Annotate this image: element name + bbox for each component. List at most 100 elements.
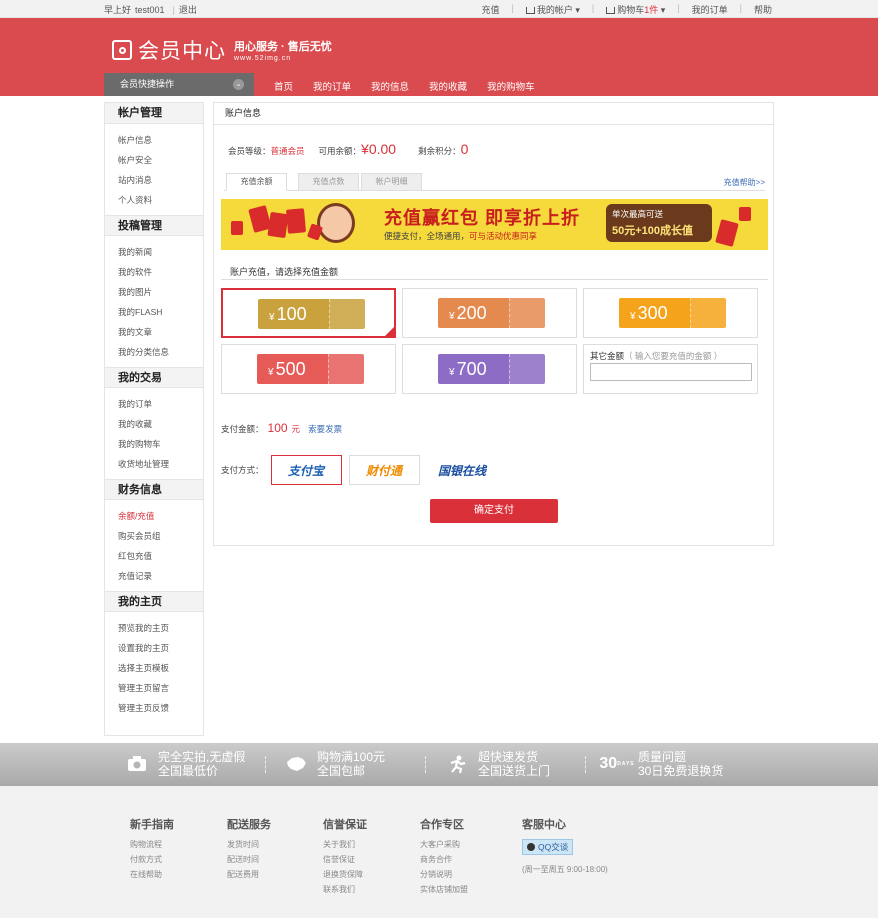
footer-link[interactable]: 大客户采购 (420, 837, 468, 852)
banner-headline: 充值赢红包 即享折上折 (384, 204, 580, 230)
footer-link[interactable]: 退换货保障 (323, 867, 367, 882)
sidebar-item[interactable]: 站内消息 (118, 170, 203, 190)
footer-link[interactable]: 付款方式 (130, 852, 174, 867)
sidebar-item[interactable]: 预览我的主页 (118, 618, 203, 638)
footer-link[interactable]: 配送费用 (227, 867, 271, 882)
my-orders-link[interactable]: 我的订单 (692, 3, 728, 16)
cart-link[interactable]: 购物车1件 ▾ (606, 3, 665, 16)
footer-link[interactable]: 商务合作 (420, 852, 468, 867)
username: test001 (135, 5, 165, 15)
footer-col-partners: 合作专区 大客户采购 商务合作 分销说明 实体店铺加盟 (420, 816, 468, 897)
cart-count: 1件 (644, 5, 658, 15)
promo-real-photos: 完全实拍,无虚假全国最低价 (126, 750, 245, 778)
footer-link[interactable]: 联系我们 (323, 882, 367, 897)
help-link[interactable]: 帮助 (754, 3, 772, 16)
service-promo-strip: 完全实拍,无虚假全国最低价 购物满100元全国包邮 超快速发货全国送货上门 30… (0, 743, 878, 786)
tenpay-option[interactable]: 财付通 (349, 455, 420, 485)
amount-option-100[interactable]: ¥100 (221, 288, 396, 338)
chinapay-option[interactable]: 国银在线 (427, 455, 498, 485)
amount-option-500[interactable]: ¥500 (221, 344, 396, 394)
tab-recharge-points[interactable]: 充值点数 (298, 173, 359, 191)
sidebar-item[interactable]: 选择主页模板 (118, 658, 203, 678)
sidebar-item[interactable]: 设置我的主页 (118, 638, 203, 658)
balance-value: ¥0.00 (361, 141, 396, 157)
footer-col-title: 信誉保证 (323, 816, 367, 832)
my-account-link[interactable]: 我的帐户 ▾ (526, 3, 580, 16)
sidebar-item[interactable]: 我的收藏 (118, 414, 203, 434)
recharge-help-link[interactable]: 充值帮助>> (724, 177, 765, 188)
nav-my-info[interactable]: 我的信息 (371, 79, 409, 93)
top-bar: 早上好test001|退出 充值 | 我的帐户 ▾ | 购物车1件 ▾ | 我的… (0, 0, 878, 18)
sidebar-item[interactable]: 购买会员组 (118, 526, 203, 546)
nav-home[interactable]: 首页 (274, 79, 293, 93)
footer-col-title: 合作专区 (420, 816, 468, 832)
pay-method-label: 支付方式： (221, 464, 264, 476)
sidebar-item[interactable]: 我的图片 (118, 282, 203, 302)
nav-my-cart[interactable]: 我的购物车 (487, 79, 535, 93)
site-title: 会员中心 (138, 35, 226, 65)
header: 会员中心 用心服务 · 售后无忧 www.52img.cn 会员快捷操作 ⌄ 首… (0, 18, 878, 96)
user-greeting: 早上好test001|退出 (104, 3, 197, 16)
qq-icon (527, 843, 535, 851)
confirm-pay-button[interactable]: 确定支付 (430, 499, 558, 523)
amount-chip: ¥100 (258, 299, 365, 329)
footer-link[interactable]: 在线帮助 (130, 867, 174, 882)
member-icon (112, 40, 132, 60)
sidebar-item[interactable]: 管理主页留言 (118, 678, 203, 698)
sidebar-item[interactable]: 我的购物车 (118, 434, 203, 454)
sidebar-item[interactable]: 帐户安全 (118, 150, 203, 170)
sidebar-item-balance-recharge[interactable]: 余额/充值 (118, 506, 203, 526)
red-envelope-icon (739, 207, 751, 221)
footer-col-title: 配送服务 (227, 816, 271, 832)
account-summary: 会员等级： 普通会员 可用余额： ¥0.00 剩余积分： 0 (228, 141, 468, 157)
footer-link[interactable]: 发货时间 (227, 837, 271, 852)
promo-fast-delivery: 超快速发货全国送货上门 (446, 750, 550, 778)
pay-methods: 支付方式： 支付宝 财付通 国银在线 (221, 455, 498, 485)
sidebar-item[interactable]: 我的FLASH (118, 302, 203, 322)
sidebar-item[interactable]: 我的文章 (118, 322, 203, 342)
quick-ops-dropdown[interactable]: 会员快捷操作 ⌄ (104, 73, 254, 96)
sidebar-item[interactable]: 个人资料 (118, 190, 203, 210)
nav-my-orders[interactable]: 我的订单 (313, 79, 351, 93)
invoice-link[interactable]: 索要发票 (308, 423, 342, 435)
logo[interactable]: 会员中心 用心服务 · 售后无忧 www.52img.cn (112, 35, 332, 65)
nav-my-favorites[interactable]: 我的收藏 (429, 79, 467, 93)
sidebar-item[interactable]: 我的软件 (118, 262, 203, 282)
footer-link[interactable]: 配送时间 (227, 852, 271, 867)
level-value: 普通会员 (271, 145, 305, 157)
logout-link[interactable]: 退出 (179, 5, 197, 15)
qq-chat-button[interactable]: QQ交谈 (522, 839, 573, 855)
points-value: 0 (461, 141, 469, 157)
sidebar-item[interactable]: 帐户信息 (118, 130, 203, 150)
footer-link[interactable]: 信誉保证 (323, 852, 367, 867)
sidebar-item[interactable]: 红包充值 (118, 546, 203, 566)
sidebar-item[interactable]: 我的订单 (118, 394, 203, 414)
runner-icon (446, 755, 468, 773)
tab-account-details[interactable]: 帐户明细 (361, 173, 422, 191)
sidebar-item[interactable]: 收货地址管理 (118, 454, 203, 474)
footer-link[interactable]: 实体店铺加盟 (420, 882, 468, 897)
promo-banner[interactable]: 充值赢红包 即享折上折 便捷支付，全场通用，可与活动优惠同享 单次最高可送 50… (221, 199, 768, 250)
chevron-down-icon: ⌄ (233, 79, 244, 90)
footer-link[interactable]: 关于我们 (323, 837, 367, 852)
tab-recharge-balance[interactable]: 充值余额 (226, 173, 287, 191)
sidebar-group-homepage: 我的主页 预览我的主页 设置我的主页 选择主页模板 管理主页留言 管理主页反馈 (105, 591, 203, 723)
sidebar-item[interactable]: 管理主页反馈 (118, 698, 203, 718)
footer-col-trust: 信誉保证 关于我们 信誉保证 退换货保障 联系我们 (323, 816, 367, 897)
sidebar-item[interactable]: 我的分类信息 (118, 342, 203, 362)
footer-link[interactable]: 购物流程 (130, 837, 174, 852)
footer-link[interactable]: 分销说明 (420, 867, 468, 882)
sidebar-group-title: 帐户管理 (105, 103, 203, 124)
alipay-option[interactable]: 支付宝 (271, 455, 342, 485)
quick-ops-label: 会员快捷操作 (120, 79, 174, 89)
sidebar-group-trades: 我的交易 我的订单 我的收藏 我的购物车 收货地址管理 (105, 367, 203, 479)
account-icon (526, 7, 535, 14)
amount-chip: ¥200 (438, 298, 545, 328)
recharge-link[interactable]: 充值 (481, 3, 499, 16)
amount-option-200[interactable]: ¥200 (402, 288, 577, 338)
amount-option-700[interactable]: ¥700 (402, 344, 577, 394)
sidebar-item[interactable]: 我的新闻 (118, 242, 203, 262)
other-amount-input[interactable] (590, 363, 752, 381)
amount-option-300[interactable]: ¥300 (583, 288, 758, 338)
sidebar-item[interactable]: 充值记录 (118, 566, 203, 586)
